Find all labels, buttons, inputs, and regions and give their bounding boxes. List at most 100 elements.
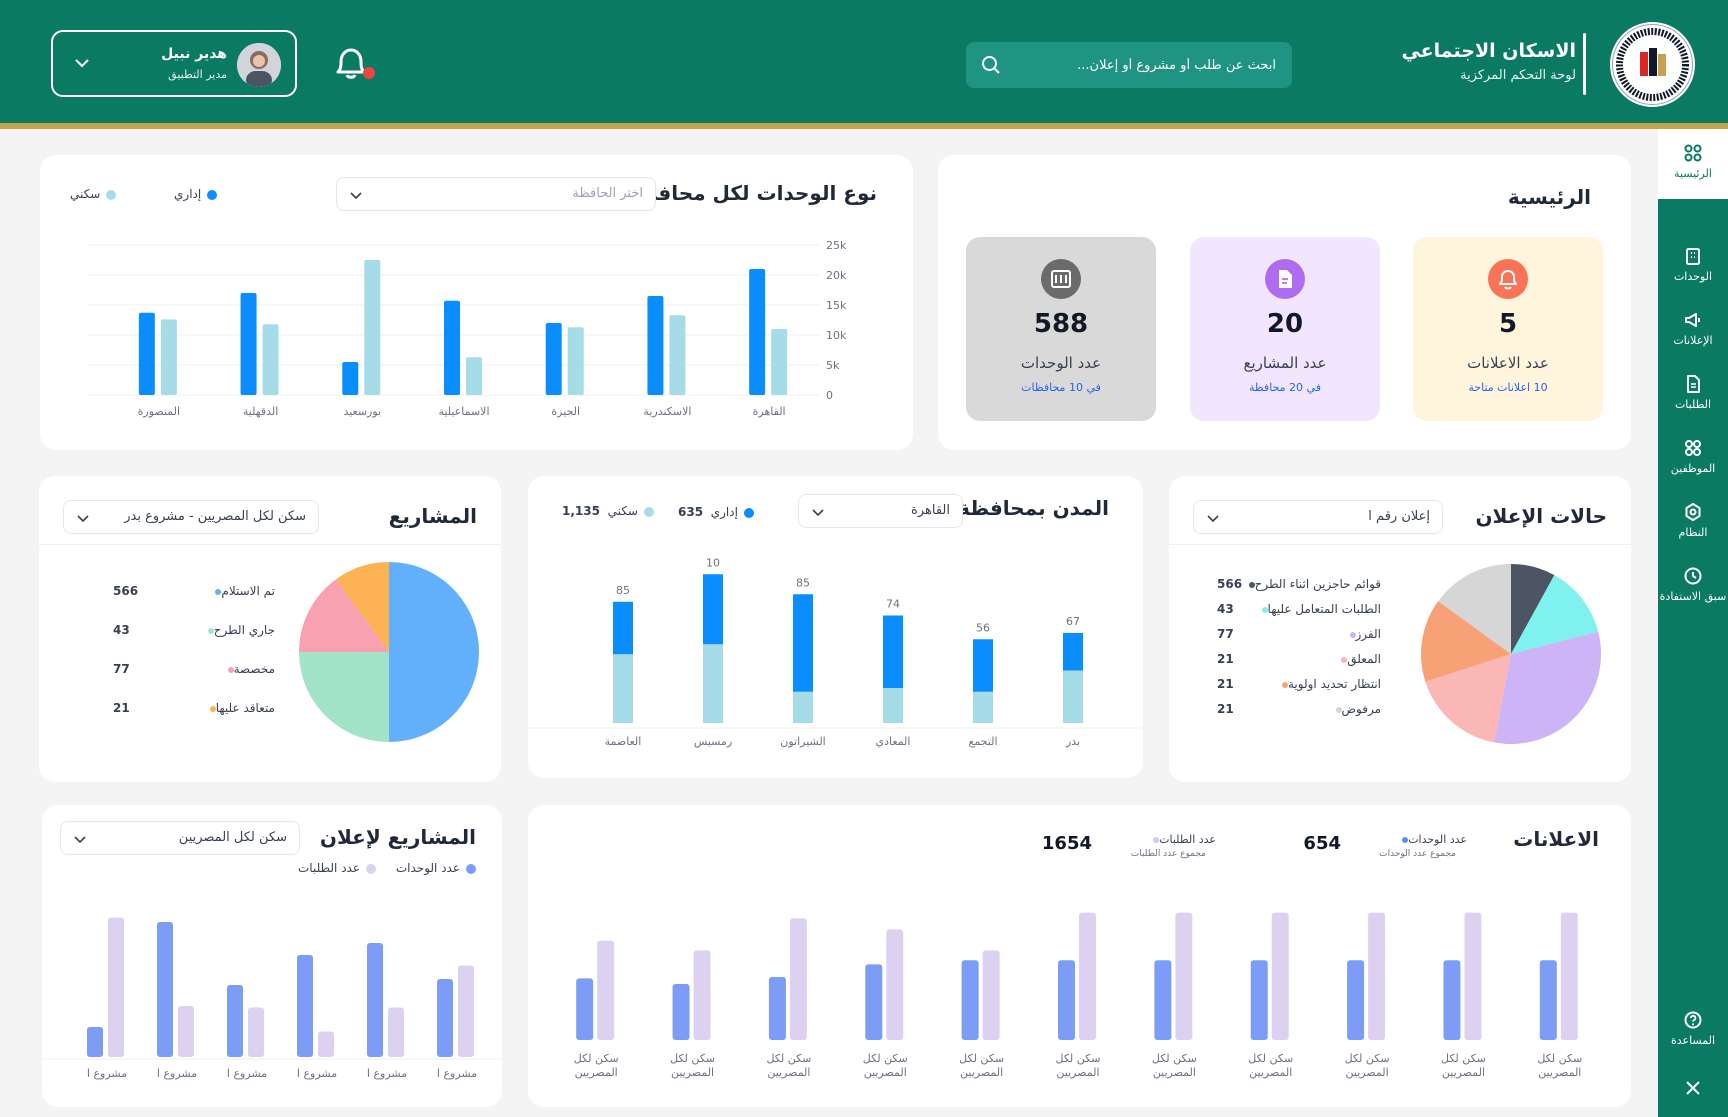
sidebar-item-home[interactable]: الرئيسية xyxy=(1658,129,1728,199)
bar-units xyxy=(1347,960,1365,1040)
bar-total-label: 56 xyxy=(976,621,990,634)
legend-value: 21 xyxy=(113,701,130,715)
chevron-down-icon[interactable] xyxy=(76,511,90,525)
sidebar-item-label: سبق الاستفادة xyxy=(1659,590,1727,603)
x-tick-label: سكن لكل xyxy=(1441,1052,1486,1065)
legend-label: المعلق xyxy=(1347,652,1381,666)
search-icon[interactable] xyxy=(980,54,1002,76)
bar-residential xyxy=(973,691,993,723)
bar-requests xyxy=(982,950,1000,1040)
unit-types-bar-chart: 25k 20k 15k 10k 5k 0 القاهرة الاسكندرية الجيزة ال… xyxy=(88,239,847,418)
sidebar-item-units[interactable]: الوحدات xyxy=(1658,246,1728,283)
settings-icon xyxy=(1685,503,1701,521)
stat-units[interactable]: 588 عدد الوحدات في 10 محافظات xyxy=(966,237,1156,421)
legend-residential: سكني xyxy=(70,187,117,201)
legend-row: مخصصة xyxy=(222,662,275,676)
help-icon xyxy=(1684,1011,1702,1029)
search-input[interactable] xyxy=(1006,55,1276,75)
header-accent-line xyxy=(0,123,1728,129)
legend-label: إداري xyxy=(710,505,738,519)
divider xyxy=(1169,544,1631,545)
bar-admin xyxy=(647,296,664,395)
ad-select[interactable]: إعلان رقم ا xyxy=(1193,500,1443,534)
sidebar-item-requests[interactable]: الطلبات xyxy=(1658,374,1728,411)
legend-label: سكني xyxy=(607,504,638,518)
y-tick-label: 20k xyxy=(826,269,847,282)
x-tick-label: العاصمة xyxy=(605,735,642,748)
stat-projects[interactable]: 20 عدد المشاريع في 20 محافظة xyxy=(1190,237,1380,421)
stat-ads[interactable]: 5 عدد الاعلانات 10 اعلانات متاحة xyxy=(1413,237,1603,421)
bar-admin xyxy=(138,312,155,395)
legend-label: قوائم حاجزين اثناء الطرح xyxy=(1254,577,1381,591)
bell-icon xyxy=(1499,270,1517,290)
chevron-down-icon[interactable] xyxy=(1206,511,1220,525)
notifications-bell-icon[interactable] xyxy=(330,40,376,86)
bar-residential xyxy=(771,329,788,395)
bar-requests xyxy=(388,1007,404,1057)
building-icon xyxy=(1686,248,1700,265)
x-tick-label: الدقهلية xyxy=(243,405,278,418)
sidebar-item-employees[interactable]: الموظفين xyxy=(1658,438,1728,475)
sidebar-item-system[interactable]: النظام xyxy=(1658,502,1728,539)
sidebar-item-help[interactable]: المساعدة xyxy=(1658,1010,1728,1047)
sidebar-item-prior-benefit[interactable]: سبق الاستفادة xyxy=(1658,566,1728,603)
top-header: هدير نبيل مدير التطبيق الاسكان الاجتماعي… xyxy=(0,0,1728,123)
chevron-down-icon[interactable] xyxy=(73,54,91,72)
bar-requests xyxy=(1271,912,1289,1040)
y-tick-label: 15k xyxy=(826,299,847,312)
x-tick-label: المصريين xyxy=(1249,1066,1292,1079)
sidebar: الرئيسية الوحدات الإعلانات الطلبات الموظ… xyxy=(1658,129,1728,1117)
sidebar-item-label: الموظفين xyxy=(1670,462,1716,475)
stat-value: 588 xyxy=(1033,309,1089,339)
bar-requests xyxy=(318,1031,334,1057)
divider xyxy=(39,544,501,545)
legend-row: تم الاستلام xyxy=(209,584,275,598)
requests-summary-sub: مجموع عدد الطلبات xyxy=(1130,849,1206,859)
legend-label: انتظار تحديد اولوية xyxy=(1288,677,1381,691)
x-tick-label: رمسيس xyxy=(694,735,732,748)
legend-label: إداري xyxy=(174,187,202,201)
y-tick-label: 5k xyxy=(826,359,840,372)
chevron-down-icon[interactable] xyxy=(349,188,363,202)
legend-dot xyxy=(743,507,754,518)
project-select[interactable]: سكن لكل المصريين - مشروع بدر xyxy=(63,500,319,534)
x-tick-label: سكن لكل xyxy=(1056,1052,1101,1065)
sidebar-item-label: الرئيسية xyxy=(1674,167,1712,180)
unit-types-card: نوع الوحدات لكل محافظة اختر الحافظة إدار… xyxy=(40,155,913,450)
card-title: المشاريع لإعلان xyxy=(319,825,476,849)
logo xyxy=(1610,22,1695,107)
user-menu[interactable]: هدير نبيل مدير التطبيق xyxy=(51,30,297,97)
x-tick-label: القاهرة xyxy=(753,405,786,418)
user-name: هدير نبيل xyxy=(161,46,227,62)
ad-projects-card: المشاريع لإعلان سكن لكل المصريين عدد الو… xyxy=(42,805,502,1107)
chevron-down-icon[interactable] xyxy=(73,832,87,846)
x-tick-label: سكن لكل xyxy=(1537,1052,1582,1065)
bar-requests xyxy=(1368,912,1386,1040)
x-tick-label: سكن لكل xyxy=(1152,1052,1197,1065)
city-governorate-select[interactable]: القاهرة xyxy=(798,494,963,528)
y-tick-label: 25k xyxy=(826,239,847,252)
ad-projects-select[interactable]: سكن لكل المصريين xyxy=(60,821,300,855)
x-tick-label: سكن لكل xyxy=(670,1052,715,1065)
bar-units xyxy=(865,964,883,1040)
sidebar-item-ads[interactable]: الإعلانات xyxy=(1658,310,1728,347)
legend-row: الفرز xyxy=(1344,627,1381,641)
governorate-select[interactable]: اختر الحافظة xyxy=(336,177,656,211)
bar-units xyxy=(1058,960,1075,1040)
building-icon xyxy=(1051,270,1071,288)
x-tick-label: المعادي xyxy=(876,735,911,748)
bar-total-label: 85 xyxy=(796,576,810,589)
card-title: الاعلانات xyxy=(1513,827,1599,851)
bar-admin xyxy=(749,269,766,395)
x-tick-label: المصريين xyxy=(1056,1066,1099,1079)
close-icon[interactable] xyxy=(1684,1079,1702,1097)
bar-units xyxy=(1443,960,1461,1040)
stat-label: عدد الاعلانات xyxy=(1467,354,1549,372)
x-tick-label: مشروع ا xyxy=(227,1067,267,1080)
bar-admin xyxy=(703,574,723,645)
chevron-down-icon[interactable] xyxy=(811,505,825,519)
search-bar[interactable] xyxy=(966,42,1292,88)
legend-residential: سكني 1,135 xyxy=(562,504,654,518)
legend-dot xyxy=(207,189,218,200)
bar-admin xyxy=(1063,633,1083,671)
